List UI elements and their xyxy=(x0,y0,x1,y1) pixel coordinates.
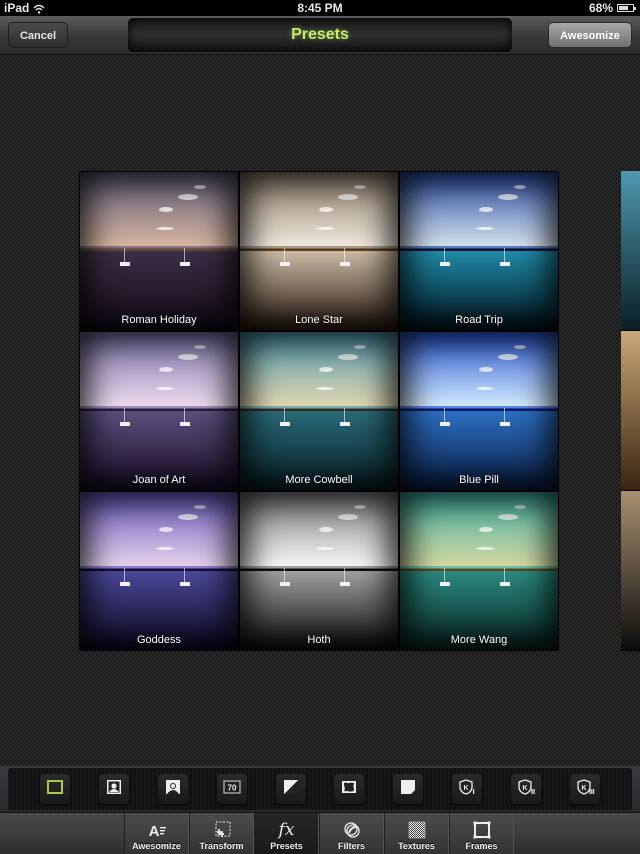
tab-label: Transform xyxy=(199,841,244,851)
page-title: Presets xyxy=(128,18,512,52)
tool-k-badge-1[interactable]: K xyxy=(451,774,482,804)
tab-label: Textures xyxy=(398,841,435,851)
vignette xyxy=(80,492,238,650)
k-badge-3-icon: K xyxy=(575,777,595,802)
tool-k-badge-2[interactable]: K xyxy=(510,774,541,804)
frame-none-icon xyxy=(45,777,65,802)
crop-icon xyxy=(212,820,232,840)
svg-text:A: A xyxy=(148,823,159,839)
preset-label: Blue Pill xyxy=(459,474,499,486)
number-70-icon: 70 xyxy=(222,777,242,802)
battery-percent: 68% xyxy=(588,1,613,15)
preset-label: Lone Star xyxy=(295,314,343,326)
diagonal-split-icon xyxy=(281,777,301,802)
tool-paper-corner[interactable] xyxy=(393,774,424,804)
tab-label: Presets xyxy=(270,841,303,851)
svg-text:70: 70 xyxy=(227,783,236,792)
vignette xyxy=(400,492,558,650)
tab-awesomize[interactable]: A Awesomize xyxy=(124,813,189,854)
paper-corner-icon xyxy=(398,777,418,802)
status-bar: iPad 8:45 PM 68% xyxy=(0,0,640,16)
awesomize-icon: A xyxy=(147,820,167,840)
preset-label: More Cowbell xyxy=(285,474,353,486)
preset-tile[interactable]: Blue Pill xyxy=(399,331,559,491)
tab-frames[interactable]: Frames xyxy=(449,813,514,854)
tab-label: Frames xyxy=(465,841,498,851)
svg-text:K: K xyxy=(581,785,586,792)
tab-filters[interactable]: Filters xyxy=(319,813,384,854)
vignette xyxy=(240,172,398,330)
preset-label: Roman Holiday xyxy=(121,314,197,326)
preset-grid: Roman Holiday Lone Star Road Trip Joan o… xyxy=(79,171,559,651)
bottom-tab-bar: A Awesomize Transform fx Presets Filters… xyxy=(0,812,640,854)
preset-tile[interactable]: Goddess xyxy=(79,491,239,651)
clock: 8:45 PM xyxy=(297,1,343,15)
tab-label: Awesomize xyxy=(132,841,181,851)
vignette xyxy=(400,332,558,490)
preset-tile[interactable]: Joan of Art xyxy=(79,331,239,491)
preset-tile[interactable]: Road Trip xyxy=(399,171,559,331)
tool-portrait-corners[interactable] xyxy=(157,774,188,804)
tab-transform[interactable]: Transform xyxy=(189,813,254,854)
rough-edge-frame-icon xyxy=(339,777,359,802)
frames-icon xyxy=(472,820,492,840)
fx-icon: fx xyxy=(278,820,295,840)
preset-label: Joan of Art xyxy=(132,474,186,486)
preset-label: More Wang xyxy=(450,634,508,646)
awesomize-button[interactable]: Awesomize xyxy=(548,22,632,48)
tool-rough-edge[interactable] xyxy=(334,774,365,804)
battery-icon xyxy=(617,4,636,12)
navigation-bar: Cancel Presets Awesomize xyxy=(0,16,640,55)
svg-text:K: K xyxy=(463,785,468,792)
filters-icon xyxy=(342,820,362,840)
portrait-corners-icon xyxy=(163,777,183,802)
tool-frame-none[interactable] xyxy=(40,774,71,804)
portrait-icon xyxy=(104,777,124,802)
tab-presets[interactable]: fx Presets xyxy=(254,813,319,854)
vignette xyxy=(80,332,238,490)
cancel-button[interactable]: Cancel xyxy=(8,22,68,48)
tool-k-badge-3[interactable]: K xyxy=(569,774,600,804)
k-badge-2-icon: K xyxy=(516,777,536,802)
preset-label: Road Trip xyxy=(455,314,503,326)
preset-tile[interactable]: Hoth xyxy=(239,491,399,651)
preset-label: Goddess xyxy=(136,634,182,646)
vignette xyxy=(240,332,398,490)
preset-tile[interactable]: More Wang xyxy=(399,491,559,651)
preset-label: Hoth xyxy=(307,634,331,646)
tool-portrait[interactable] xyxy=(99,774,130,804)
preset-tile[interactable]: Lone Star xyxy=(239,171,399,331)
tool-number-70[interactable]: 70 xyxy=(216,774,247,804)
vignette xyxy=(240,492,398,650)
tab-textures[interactable]: Textures xyxy=(384,813,449,854)
tool-diagonal-split[interactable] xyxy=(275,774,306,804)
preset-tile[interactable]: More Cowbell xyxy=(239,331,399,491)
textures-icon xyxy=(407,820,427,840)
vignette xyxy=(400,172,558,330)
tab-label: Filters xyxy=(337,841,365,851)
k-badge-1-icon: K xyxy=(457,777,477,802)
preset-tile[interactable]: Roman Holiday xyxy=(79,171,239,331)
frame-tool-strip: 70 K K K xyxy=(0,766,640,812)
svg-text:K: K xyxy=(522,785,527,792)
vignette xyxy=(80,172,238,330)
next-page-preview[interactable] xyxy=(621,171,640,651)
